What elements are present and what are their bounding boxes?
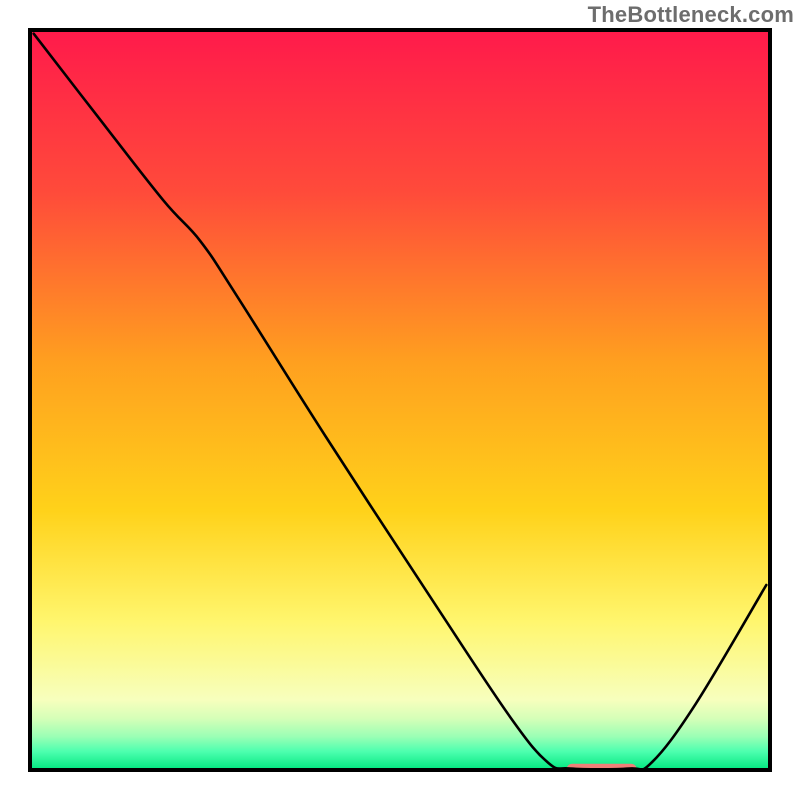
plot-area <box>30 30 770 775</box>
watermark-label: TheBottleneck.com <box>588 2 794 28</box>
gradient-background <box>30 30 770 770</box>
chart-stage: TheBottleneck.com <box>0 0 800 800</box>
bottleneck-chart <box>0 0 800 800</box>
